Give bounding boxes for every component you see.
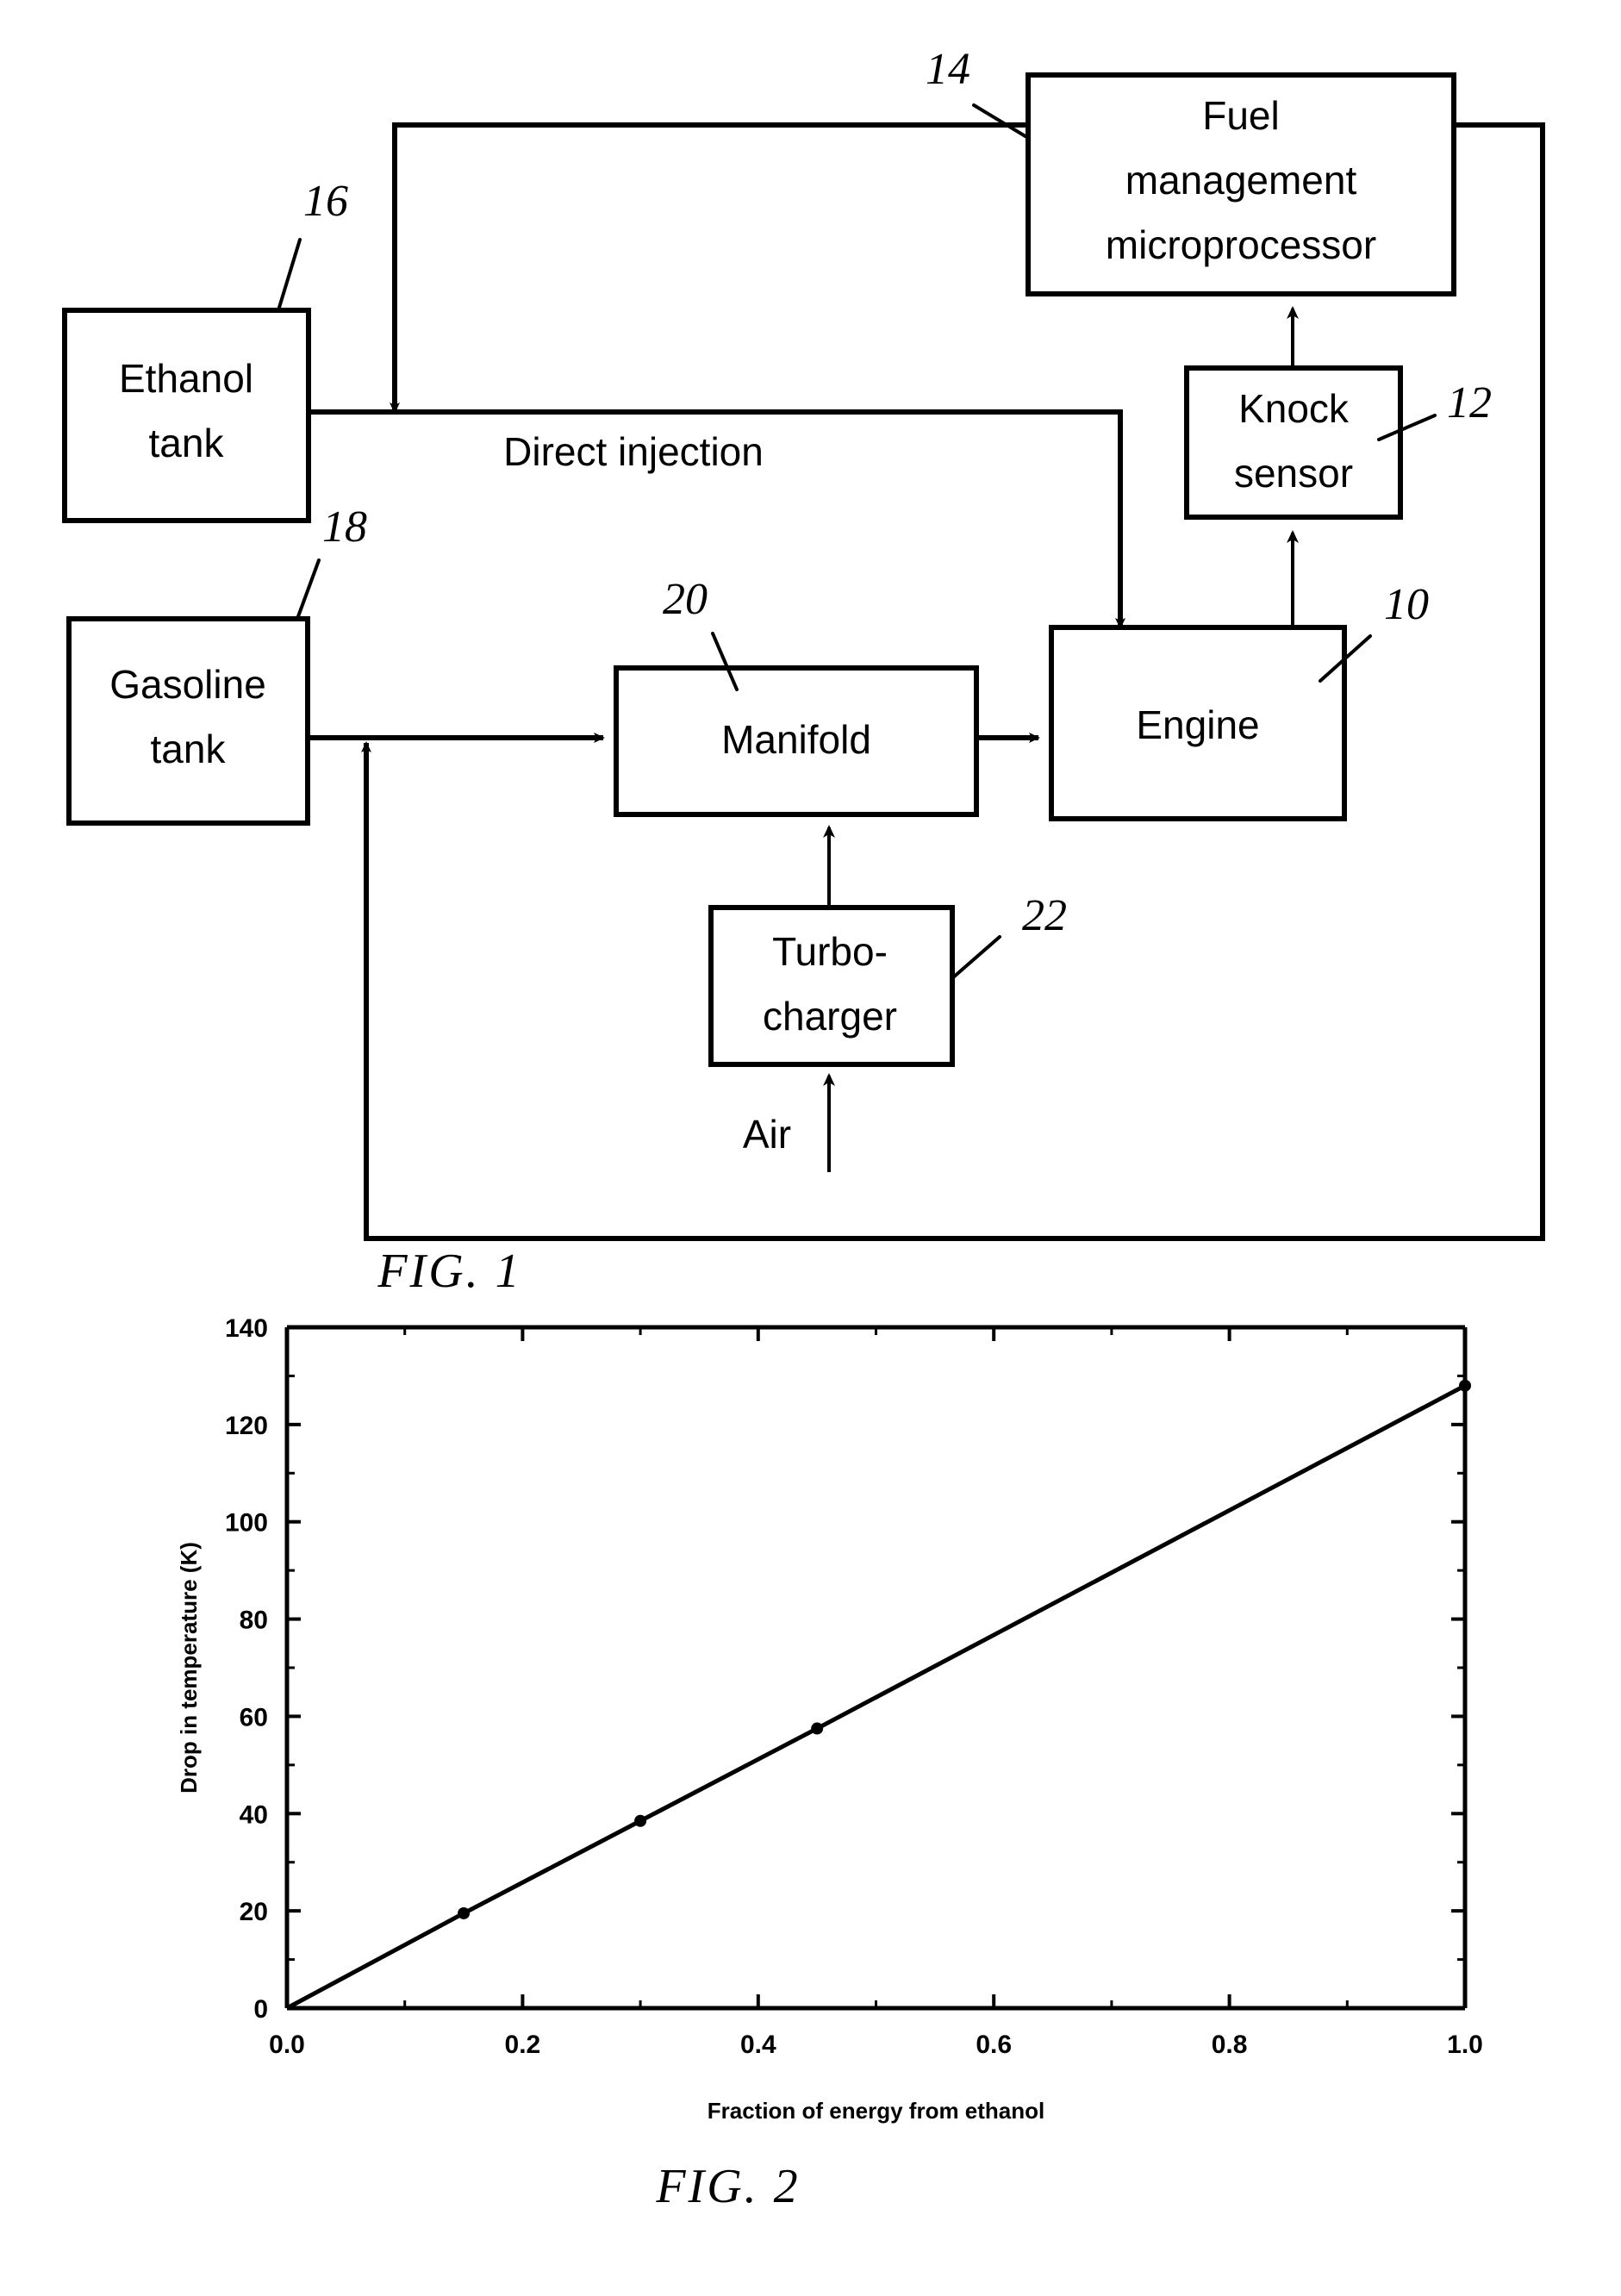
x-tick-label: 1.0 xyxy=(1447,2031,1483,2059)
block-fuel-management-microprocessor[interactable]: Fuel management microprocessor xyxy=(1026,72,1456,296)
reference-numeral-14: 14 xyxy=(926,45,970,94)
figure-1-block-diagram: Fuel management microprocessor 14 Ethano… xyxy=(62,45,1545,1298)
chart-data-point xyxy=(1459,1379,1471,1392)
y-tick-label: 0 xyxy=(253,1995,268,2024)
leader-line-14 xyxy=(972,103,1030,140)
chart-plot-area: 0 20 40 60 80 100 120 140 0.0 0.2 0.4 0.6 0.8 1.0 Frac… xyxy=(176,1314,1483,2124)
chart-data-point xyxy=(811,1722,824,1735)
turbocharger-label-line2: charger xyxy=(763,994,897,1039)
y-tick-label: 60 xyxy=(240,1703,268,1731)
knock-sensor-label-line2: sensor xyxy=(1234,451,1353,496)
patent-figure-page: Fuel management microprocessor 14 Ethano… xyxy=(0,0,1621,2296)
figure-2-caption: FIG. 2 xyxy=(655,2160,800,2213)
gasoline-tank-label-line2: tank xyxy=(151,727,227,771)
leader-line-16 xyxy=(277,238,302,312)
engine-label: Engine xyxy=(1136,702,1259,747)
figure-2-line-chart: 0 20 40 60 80 100 120 140 0.0 0.2 0.4 0.6 0.8 1.0 Frac… xyxy=(176,1314,1483,2213)
ethanol-tank-label-line1: Ethanol xyxy=(119,356,253,401)
y-tick-label: 100 xyxy=(225,1509,268,1538)
reference-numeral-12: 12 xyxy=(1447,378,1492,427)
fuel-management-label-line1: Fuel xyxy=(1202,93,1279,138)
reference-numeral-18: 18 xyxy=(322,502,367,552)
knock-sensor-label-line1: Knock xyxy=(1238,386,1350,431)
y-tick-label: 20 xyxy=(240,1898,268,1926)
leader-line-18 xyxy=(296,558,321,621)
fuel-management-label-line2: management xyxy=(1125,158,1357,203)
fuel-management-label-line3: microprocessor xyxy=(1106,222,1376,267)
chart-data-point xyxy=(634,1814,647,1827)
x-tick-label: 0.4 xyxy=(740,2031,776,2059)
block-gasoline-tank[interactable]: Gasoline tank xyxy=(66,616,310,826)
block-engine[interactable]: Engine xyxy=(1049,625,1347,821)
manifold-label: Manifold xyxy=(721,717,871,762)
y-tick-label: 140 xyxy=(225,1314,268,1343)
block-turbocharger[interactable]: Turbo- charger xyxy=(708,905,955,1067)
block-knock-sensor[interactable]: Knock sensor xyxy=(1184,365,1403,520)
x-tick-label: 0.6 xyxy=(976,2031,1012,2059)
ethanol-tank-label-line2: tank xyxy=(149,421,225,465)
x-tick-label: 0.8 xyxy=(1212,2031,1248,2059)
block-ethanol-tank[interactable]: Ethanol tank xyxy=(62,308,311,523)
connector-fuelmgmt-to-ethanol xyxy=(392,122,1028,398)
air-label: Air xyxy=(743,1112,791,1157)
y-tick-label: 120 xyxy=(225,1412,268,1440)
reference-numeral-22: 22 xyxy=(1022,891,1067,940)
gasoline-tank-label-line1: Gasoline xyxy=(109,662,266,707)
reference-numeral-10: 10 xyxy=(1384,580,1429,629)
leader-line-22 xyxy=(951,935,1001,980)
reference-numeral-20: 20 xyxy=(663,575,708,624)
block-manifold[interactable]: Manifold xyxy=(614,665,979,817)
y-tick-label: 80 xyxy=(240,1607,268,1635)
x-tick-label: 0.2 xyxy=(505,2031,541,2059)
chart-y-axis-title: Drop in temperature (K) xyxy=(176,1542,202,1794)
direct-injection-label: Direct injection xyxy=(503,429,764,474)
turbocharger-label-line1: Turbo- xyxy=(772,929,888,974)
y-tick-label: 40 xyxy=(240,1800,268,1829)
reference-numeral-16: 16 xyxy=(303,177,348,226)
chart-x-axis-title: Fraction of energy from ethanol xyxy=(708,2098,1045,2124)
x-tick-label: 0.0 xyxy=(269,2031,305,2059)
chart-data-point xyxy=(458,1906,471,1919)
